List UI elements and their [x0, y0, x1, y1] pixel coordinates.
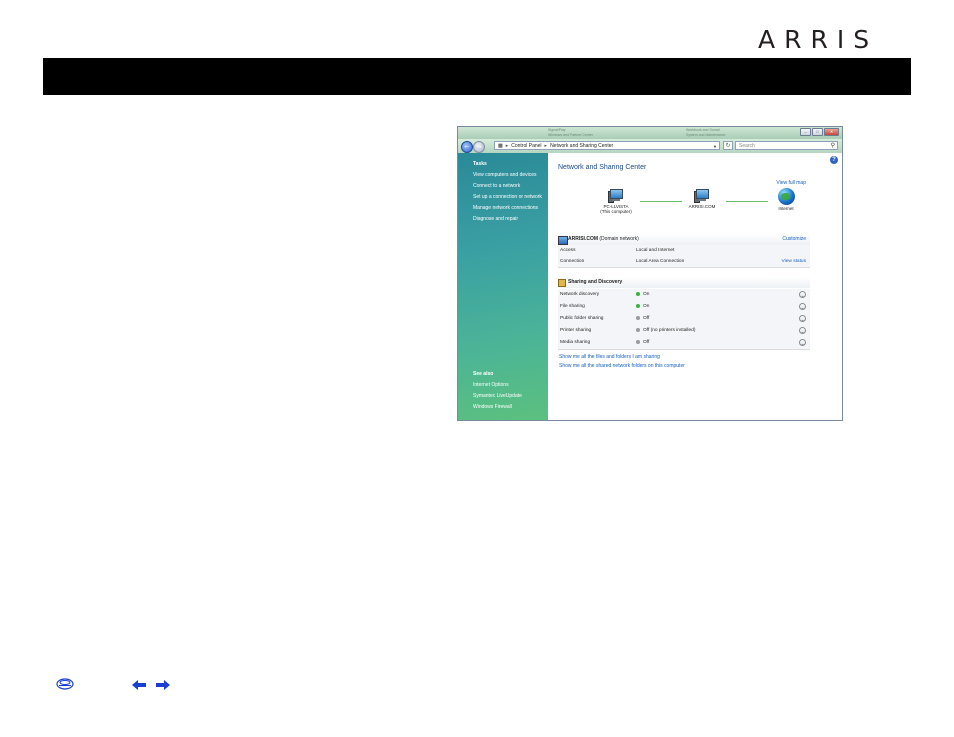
task-link[interactable]: Set up a connection or network	[473, 192, 542, 203]
expand-chevron-icon[interactable]: ⌄	[799, 303, 806, 310]
expand-chevron-icon[interactable]: ⌄	[799, 291, 806, 298]
network-node-name: ARRISI.COM	[688, 204, 716, 209]
row-status: Off	[636, 313, 649, 324]
task-sidebar: Tasks View computers and devices Connect…	[458, 153, 548, 420]
next-page-icon[interactable]	[155, 679, 171, 691]
see-also-link[interactable]: Windows Firewall	[473, 402, 522, 413]
shared-files-link[interactable]: Show me all the files and folders I am s…	[559, 353, 685, 362]
help-icon[interactable]: ?	[830, 156, 838, 164]
see-also-heading: See also	[473, 371, 494, 377]
status-off-icon	[636, 315, 640, 320]
task-link[interactable]: Diagnose and repair	[473, 214, 542, 225]
main-content: ? Network and Sharing Center View full m…	[548, 153, 842, 420]
expand-chevron-icon[interactable]: ⌄	[799, 315, 806, 322]
task-link[interactable]: View computers and devices	[473, 170, 542, 181]
background-title: System and Maintenance	[686, 133, 726, 137]
task-link[interactable]: Manage network connections	[473, 203, 542, 214]
background-title: Signal/Play	[548, 128, 566, 132]
row-value: Off	[643, 340, 650, 345]
row-label: Public folder sharing	[560, 316, 604, 321]
search-placeholder: Search	[739, 143, 755, 149]
see-also-list: See also Internet Options Symantec LiveU…	[473, 369, 522, 413]
home-icon[interactable]	[56, 678, 74, 690]
breadcrumb-control-panel[interactable]: Control Panel	[511, 143, 541, 149]
row-label: Network discovery	[560, 292, 600, 297]
computer-subtitle: (This computer)	[600, 209, 632, 214]
search-icon[interactable]: ⚲	[831, 142, 835, 150]
address-toolbar: ▩▸Control Panel▸Network and Sharing Cent…	[458, 139, 842, 153]
tasks-heading: Tasks	[473, 161, 487, 167]
bottom-links: Show me all the files and folders I am s…	[559, 353, 685, 371]
connection-line	[640, 201, 682, 202]
network-row-connection: Connection Local Area Connection View st…	[558, 256, 810, 268]
network-title: ARRISI.COM (Domain network)	[568, 234, 639, 245]
row-status: On	[636, 289, 649, 300]
computer-icon	[608, 189, 624, 203]
sharing-section-header: Sharing and Discovery	[558, 277, 810, 288]
customize-link[interactable]: Customize	[782, 234, 806, 245]
row-value: Local and Internet	[636, 248, 675, 253]
close-button[interactable]: ✕	[824, 128, 839, 136]
window-controls: – □ ✕	[800, 128, 839, 136]
screenshot-window: Signal/Play Windows and Partner Center W…	[457, 126, 843, 421]
back-button[interactable]	[461, 141, 473, 153]
address-bar[interactable]: ▩ ▸ Control Panel ▸ Network and Sharing Cent…	[494, 141, 720, 150]
network-node[interactable]: ARRISI.COM	[682, 189, 722, 209]
sharing-icon	[558, 279, 566, 287]
background-title: Windows and Partner Center	[548, 133, 593, 137]
breadcrumb-network-center[interactable]: Network and Sharing Center	[550, 143, 613, 149]
tasks-list: Tasks View computers and devices Connect…	[473, 159, 542, 225]
network-icon	[694, 189, 710, 203]
header-bar	[43, 58, 911, 95]
row-label: Access	[560, 248, 576, 253]
row-label: Connection	[560, 259, 585, 264]
search-input[interactable]: Search ⚲	[735, 141, 838, 150]
row-label: File sharing	[560, 304, 585, 309]
row-value: On	[643, 292, 650, 297]
page-title: Network and Sharing Center	[558, 164, 647, 171]
computer-node[interactable]: PC-LLVISTA (This computer)	[596, 189, 636, 214]
network-type: (Domain network)	[599, 236, 639, 242]
sharing-row: Media sharing Off ⌄	[558, 337, 810, 350]
globe-icon	[777, 188, 795, 205]
row-value: Local Area Connection	[636, 259, 685, 264]
row-status: Off (no printers installed)	[636, 325, 695, 336]
row-value: Off	[643, 316, 650, 321]
forward-button[interactable]	[473, 141, 485, 153]
minimize-button[interactable]: –	[800, 128, 811, 136]
row-status: Off	[636, 337, 649, 348]
network-name: ARRISI.COM	[568, 236, 598, 242]
internet-node[interactable]: Internet	[771, 188, 801, 211]
background-title: Workbook and Sound	[686, 128, 720, 132]
status-on-icon	[636, 303, 640, 308]
network-icon	[558, 236, 568, 245]
network-section-header: ARRISI.COM (Domain network) Customize	[558, 234, 810, 245]
previous-page-icon[interactable]	[131, 679, 147, 691]
row-label: Media sharing	[560, 340, 591, 345]
connection-line	[726, 201, 768, 202]
view-full-map-link[interactable]: View full map	[776, 180, 806, 186]
maximize-button[interactable]: □	[812, 128, 823, 136]
sharing-heading: Sharing and Discovery	[568, 279, 623, 285]
status-on-icon	[636, 291, 640, 296]
status-off-icon	[636, 327, 640, 332]
title-bar: Signal/Play Windows and Partner Center W…	[458, 127, 842, 139]
row-status: On	[636, 301, 649, 312]
row-value: On	[643, 304, 650, 309]
refresh-button[interactable]: ↻	[723, 141, 733, 150]
see-also-link[interactable]: Internet Options	[473, 380, 522, 391]
chevron-down-icon[interactable]: ▼	[713, 142, 717, 151]
task-link[interactable]: Connect to a network	[473, 181, 542, 192]
arris-logo: ARRIS	[758, 25, 879, 54]
expand-chevron-icon[interactable]: ⌄	[799, 339, 806, 346]
internet-label: Internet	[778, 206, 794, 211]
status-off-icon	[636, 339, 640, 344]
row-value: Off (no printers installed)	[643, 328, 696, 333]
expand-chevron-icon[interactable]: ⌄	[799, 327, 806, 334]
view-status-link[interactable]: View status	[782, 256, 806, 267]
shared-folders-link[interactable]: Show me all the shared network folders o…	[559, 362, 685, 371]
row-label: Printer sharing	[560, 328, 592, 333]
see-also-link[interactable]: Symantec LiveUpdate	[473, 391, 522, 402]
